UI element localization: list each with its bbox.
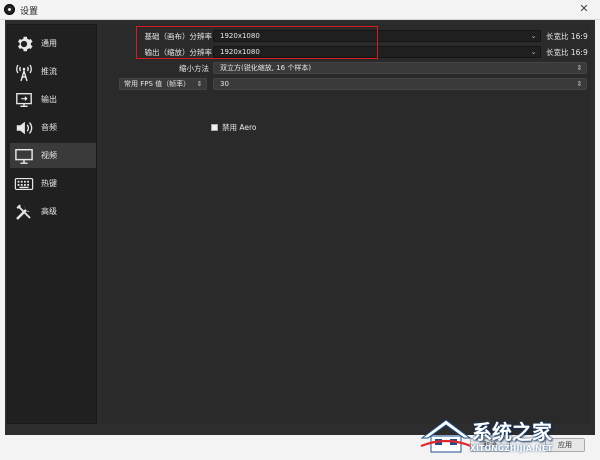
downscale-filter-label: 缩小方法	[179, 64, 209, 73]
downscale-filter-combo[interactable]: 双立方(锐化缩放, 16 个样本) ⇕	[213, 62, 587, 74]
sidebar-item-hotkeys[interactable]: 热键	[10, 171, 96, 196]
base-resolution-combo[interactable]: 1920x1080 ⌄	[213, 30, 541, 42]
watermark-title: 系统之家	[472, 420, 552, 444]
watermark-url: XITONGZHIJIA.NET	[470, 444, 553, 453]
base-resolution-label: 基础（画布）分辨率	[144, 32, 213, 41]
sidebar-item-label: 热键	[41, 179, 57, 188]
sidebar: 通用 推流 输出 音频 视频 热键 高级	[7, 24, 97, 424]
output-resolution-value: 1920x1080	[220, 48, 260, 56]
gear-icon	[13, 33, 35, 55]
sidebar-item-advanced[interactable]: 高级	[10, 199, 96, 224]
sidebar-item-label: 音频	[41, 123, 57, 132]
updown-arrows-icon[interactable]: ⇕	[575, 63, 584, 73]
title-bar: 设置 ✕	[0, 0, 600, 20]
disable-aero-option[interactable]: 禁用 Aero	[211, 122, 257, 133]
sidebar-item-output[interactable]: 输出	[10, 87, 96, 112]
video-settings: 基础（画布）分辨率 1920x1080 ⌄ 长宽比 16:9 输出（缩放）分辨率…	[101, 24, 591, 424]
downscale-filter-value: 双立方(锐化缩放, 16 个样本)	[220, 64, 312, 72]
output-icon	[13, 89, 35, 111]
fps-value-combo[interactable]: 30 ⇕	[213, 78, 587, 90]
updown-arrows-icon[interactable]: ⇕	[575, 79, 584, 89]
disable-aero-checkbox[interactable]	[211, 124, 218, 131]
sidebar-item-label: 高级	[41, 207, 57, 216]
sidebar-item-audio[interactable]: 音频	[10, 115, 96, 140]
sidebar-item-label: 推流	[41, 67, 57, 76]
fps-type-combo[interactable]: 常用 FPS 值（帧率） ⇕	[119, 78, 207, 90]
sidebar-item-stream[interactable]: 推流	[10, 59, 96, 84]
house-logo-icon	[420, 419, 472, 453]
chevron-down-icon[interactable]: ⌄	[529, 47, 538, 57]
watermark: 系统之家 XITONGZHIJIA.NET	[416, 410, 596, 458]
sidebar-item-label: 通用	[41, 39, 57, 48]
sidebar-item-label: 视频	[41, 151, 57, 160]
sidebar-item-general[interactable]: 通用	[10, 31, 96, 56]
close-button[interactable]: ✕	[576, 2, 592, 16]
base-aspect-ratio: 长宽比 16:9	[546, 32, 588, 41]
base-resolution-value: 1920x1080	[220, 32, 260, 40]
window-title: 设置	[20, 7, 39, 17]
disable-aero-label: 禁用 Aero	[222, 123, 257, 132]
keyboard-icon	[13, 173, 35, 195]
sidebar-item-label: 输出	[41, 95, 57, 104]
output-resolution-combo[interactable]: 1920x1080 ⌄	[213, 46, 541, 58]
updown-arrows-icon[interactable]: ⇕	[195, 79, 204, 89]
chevron-down-icon[interactable]: ⌄	[529, 31, 538, 41]
output-resolution-label: 输出（缩放）分辨率	[144, 48, 213, 57]
obs-logo-icon	[4, 4, 15, 15]
settings-panel: 通用 推流 输出 音频 视频 热键 高级 基础（画布）分辨率 1920x1080…	[5, 20, 595, 435]
sidebar-item-video[interactable]: 视频	[10, 143, 96, 168]
fps-value: 30	[220, 80, 229, 88]
tools-icon	[13, 201, 35, 223]
monitor-icon	[13, 145, 35, 167]
speaker-icon	[13, 117, 35, 139]
fps-type-label: 常用 FPS 值（帧率）	[124, 80, 191, 88]
output-aspect-ratio: 长宽比 16:9	[546, 48, 588, 57]
antenna-icon	[13, 61, 35, 83]
